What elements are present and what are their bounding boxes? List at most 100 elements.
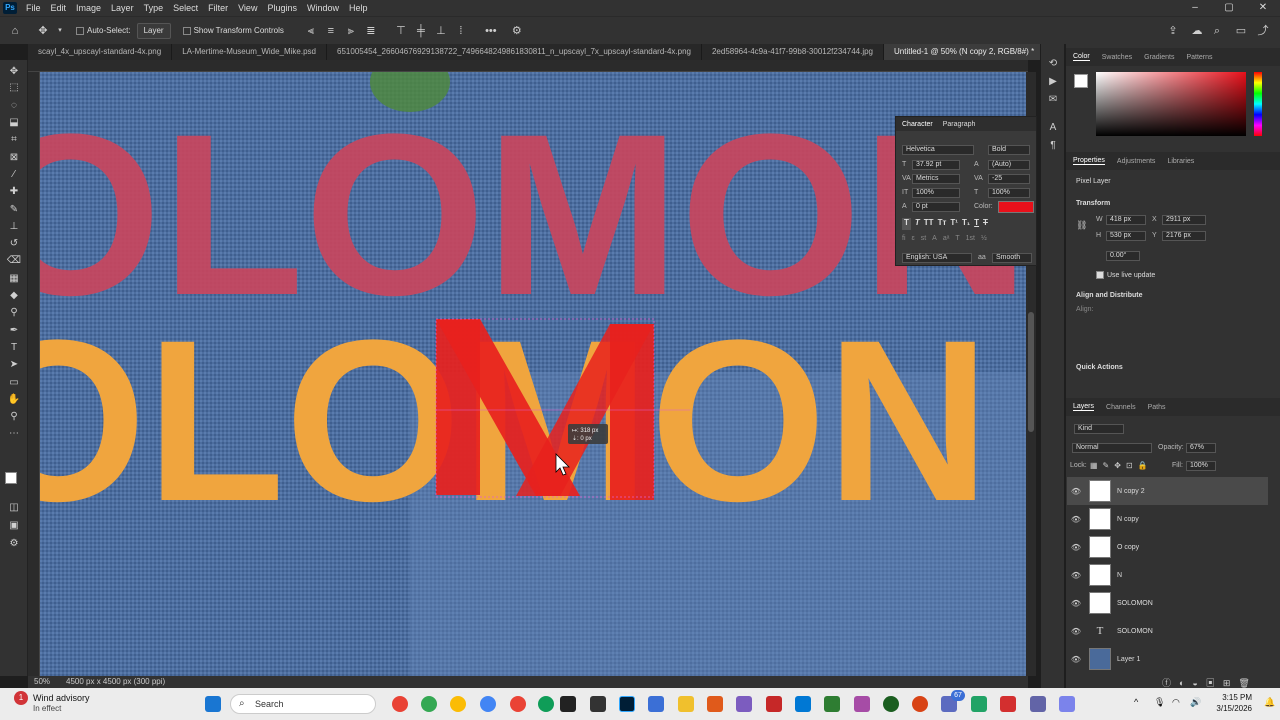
brush-tool-icon[interactable]: ✎ [6,202,22,218]
taskbar-search[interactable]: ⌕ Search [230,694,376,714]
ligature-button[interactable]: fi [902,235,906,245]
link-icon[interactable]: ⛓ [1076,220,1087,231]
app-icon-lavender[interactable] [1059,696,1075,712]
antialias-select[interactable]: Smooth [992,253,1032,263]
app-icon-blue[interactable] [795,696,811,712]
align-hcenter-icon[interactable]: ≡ [324,24,338,38]
app-icon-magenta[interactable] [854,696,870,712]
photoshop-taskbar-icon[interactable] [619,696,635,712]
auto-select-target-dropdown[interactable]: Layer [136,22,171,39]
foreground-color-swatch[interactable] [5,472,17,484]
excel-icon[interactable] [971,696,987,712]
color-picker-field[interactable] [1096,72,1246,136]
fill-field[interactable]: 100% [1186,461,1216,471]
tab-adjustments[interactable]: Adjustments [1117,158,1156,165]
vertical-scale-field[interactable]: 100% [912,188,960,198]
y-position-field[interactable]: 2176 px [1162,231,1206,241]
chrome-profile-6-icon[interactable] [883,696,899,712]
gear-icon[interactable]: ⚙ [510,24,524,38]
menu-layer[interactable]: Layer [106,3,139,13]
filezilla-icon[interactable] [766,696,782,712]
layer-name[interactable]: SOLOMON [1117,600,1153,607]
vscode-icon[interactable] [648,696,664,712]
angle-field[interactable]: 0.00° [1106,251,1140,261]
start-icon[interactable] [205,696,221,712]
visibility-eye-icon[interactable]: 👁 [1067,515,1085,524]
app-icon-green[interactable] [824,696,840,712]
teams-icon[interactable] [1030,696,1046,712]
hue-slider[interactable] [1254,72,1262,136]
object-select-icon[interactable]: ⬓ [6,115,22,131]
titling-button[interactable]: aᵃ [943,235,950,245]
font-family-select[interactable]: Helvetica [902,145,974,155]
cloud-icon[interactable]: ☁ [1190,24,1204,38]
more-options-icon[interactable]: ••• [484,24,498,38]
zoom-level[interactable]: 50% [34,676,50,688]
visibility-eye-icon[interactable]: 👁 [1067,599,1085,608]
menu-window[interactable]: Window [302,3,344,13]
workspace-icon[interactable]: ▭ [1234,24,1248,38]
paragraph-panel-icon[interactable]: ¶ [1046,140,1060,154]
lock-icons[interactable]: ▦✎✥⊡🔒 [1090,461,1153,470]
share-icon[interactable]: ⇪ [1166,24,1180,38]
menu-view[interactable]: View [233,3,262,13]
tab-document-active[interactable]: Untitled-1 @ 50% (N copy 2, RGB/8#) * [884,44,1040,60]
history-icon[interactable]: ⟲ [1046,58,1060,72]
layer-row[interactable]: 👁 T SOLOMON [1067,617,1268,645]
inkscape-icon[interactable] [590,696,606,712]
actions-icon[interactable]: ▶ [1046,76,1060,90]
chrome-profile-2-icon[interactable] [450,696,466,712]
layer-name[interactable]: N copy 2 [1117,488,1145,495]
chrome-profile-7-icon[interactable] [912,696,928,712]
tab-channels[interactable]: Channels [1106,404,1136,411]
search-icon[interactable]: ⌕ [1210,24,1224,38]
blend-mode-select[interactable]: Normal [1072,443,1152,453]
menu-select[interactable]: Select [168,3,203,13]
tab-gradients[interactable]: Gradients [1144,54,1174,61]
strikethrough-button[interactable]: T [983,218,988,230]
x-position-field[interactable]: 2911 px [1162,215,1206,225]
layer-kind-filter[interactable]: Kind [1074,424,1124,434]
file-explorer-icon[interactable] [678,696,694,712]
chrome-profile-3-icon[interactable] [480,696,496,712]
leading-field[interactable]: (Auto) [988,160,1030,170]
microphone-icon[interactable]: 🎙 [1154,697,1165,708]
half-button[interactable]: ½ [981,235,987,245]
language-select[interactable]: English: USA [902,253,972,263]
font-size-field[interactable]: 37.92 pt [912,160,960,170]
visibility-eye-icon[interactable]: 👁 [1067,655,1085,664]
tab-libraries[interactable]: Libraries [1167,158,1194,165]
menu-plugins[interactable]: Plugins [262,3,302,13]
shape-tool-icon[interactable]: ▭ [6,375,22,391]
close-icon[interactable]: ✕ [1246,0,1280,16]
transform-controls-checkbox[interactable]: Show Transform Controls [182,26,284,35]
tab-properties[interactable]: Properties [1073,157,1105,165]
visibility-eye-icon[interactable]: 👁 [1067,487,1085,496]
layer-row[interactable]: 👁 O copy [1067,533,1268,561]
healing-brush-icon[interactable]: ✚ [6,184,22,200]
tab-color[interactable]: Color [1073,53,1090,61]
lasso-tool-icon[interactable]: ◌ [6,98,22,114]
opacity-field[interactable]: 67% [1186,443,1216,453]
hand-tool-icon[interactable]: ✋ [6,392,22,408]
swash-button[interactable]: st [921,235,926,245]
chrome-profile-5-icon[interactable] [538,696,554,712]
font-style-select[interactable]: Bold [988,145,1030,155]
path-select-icon[interactable]: ➤ [6,357,22,373]
zoom-tool-icon[interactable]: ⚲ [6,409,22,425]
eraser-tool-icon[interactable]: ⌫ [6,253,22,269]
auto-select-checkbox[interactable]: Auto-Select: [76,26,131,35]
layer-name[interactable]: Layer 1 [1117,656,1140,663]
all-caps-button[interactable]: TT [924,218,934,230]
align-left-icon[interactable]: ⫷ [304,24,318,38]
home-icon[interactable]: ⌂ [8,24,22,38]
transform-heading[interactable]: Transform [1076,200,1110,207]
tab-patterns[interactable]: Patterns [1186,54,1212,61]
color-fg-swatch[interactable] [1074,74,1088,88]
comments-icon[interactable]: ✉ [1046,94,1060,108]
document-canvas[interactable]: OLOMON OLOMON ↦: 318 px ⇣: 0 px [40,72,1026,676]
share-alt-icon[interactable]: ⤴ [1256,24,1270,38]
app-icon-purple[interactable] [736,696,752,712]
bell-icon[interactable]: 🔔 [1264,697,1275,708]
layer-row[interactable]: 👁 N copy [1067,505,1268,533]
